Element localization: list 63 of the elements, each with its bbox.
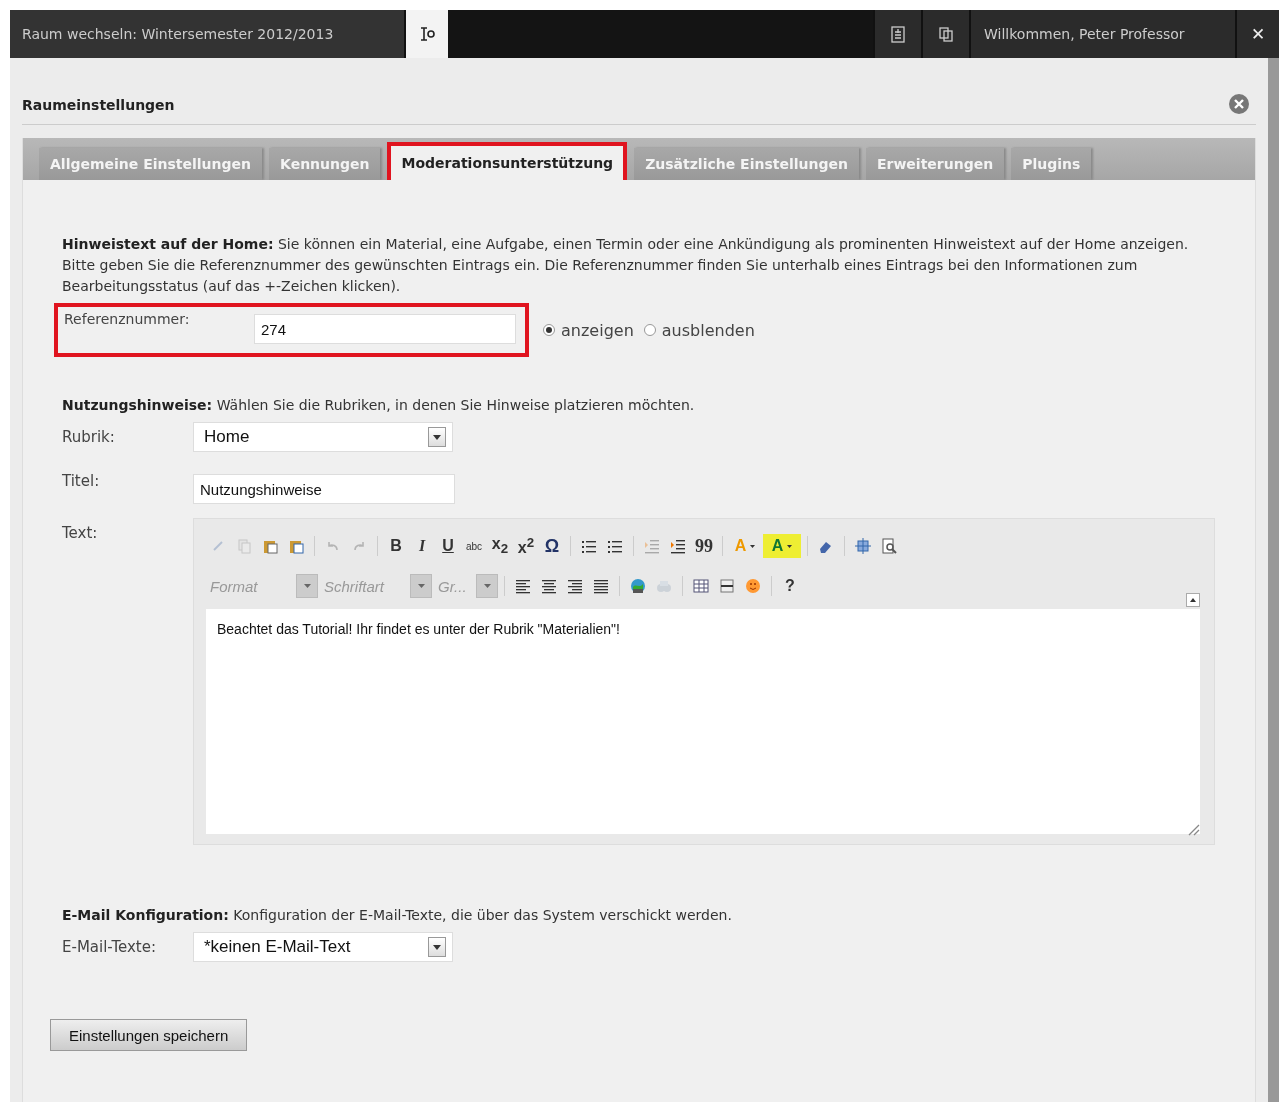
field-label: Referenznummer: (64, 311, 191, 327)
close-button[interactable]: ✕ (1235, 10, 1279, 58)
dropdown-arrow-icon (433, 434, 441, 440)
justify-icon[interactable] (593, 578, 609, 594)
save-button[interactable]: Einstellungen speichern (50, 1019, 248, 1051)
email-text-dropdown[interactable]: *keinen E-Mail-Text (193, 932, 453, 962)
settings-tab[interactable] (406, 10, 448, 58)
scrollbar[interactable] (1268, 58, 1279, 1102)
radio-label: ausblenden (661, 320, 755, 340)
format-button[interactable]: x$_{2}$ (488, 534, 512, 558)
email-text: E-Mail Konfiguration: Konfiguration der E-Mail-Texte, die über das System verschickt werden. (62, 906, 733, 925)
dropdown-arrow-icon (303, 584, 311, 588)
radio-button[interactable] (643, 324, 656, 336)
maximize-icon[interactable] (855, 538, 871, 554)
tools-icon (418, 25, 436, 43)
rubric-dropdown[interactable]: Home (193, 422, 453, 452)
toolbar-button[interactable] (921, 10, 969, 58)
paste-icon[interactable] (262, 538, 278, 554)
close-icon[interactable] (1228, 93, 1250, 115)
editor-text: Beachtet das Tutorial! Ihr findet es unter der Rubrik "Materialien"! (217, 621, 621, 637)
format-button[interactable]: abc (462, 534, 486, 558)
paste-word-icon[interactable] (288, 538, 304, 554)
field-label: Titel: (62, 472, 101, 490)
field-label: Rubrik: (62, 428, 116, 446)
align-right-icon[interactable] (567, 578, 583, 594)
indent-icon[interactable] (670, 538, 686, 554)
clipboard-icon (890, 25, 906, 43)
radio-button[interactable] (543, 324, 555, 336)
table-icon[interactable] (693, 578, 709, 594)
align-center-icon[interactable] (541, 578, 557, 594)
preview-icon[interactable] (881, 538, 897, 554)
dialog-title: Raumeinstellungen (22, 97, 175, 113)
bulleted-list-icon[interactable] (607, 538, 623, 554)
format-button[interactable]: I (410, 534, 434, 558)
format-button[interactable]: 99 (692, 534, 716, 558)
resize-handle-icon[interactable] (1186, 822, 1200, 836)
notice-text: Hinweistext auf der Home: Sie können ein Material, eine Aufgabe, einen Termin oder eine Ankündigung als prominenten Hinweistext auf der Home anzeigen. Bitte geben Sie die Referenznummer des gewünschten Eintrags ein. Die Referenznummer finden Sie unterhalb eines Eintrags bei den Informationen zum Bearbeitungsstatus (auf das +-Zeichen klicken). (62, 235, 1190, 296)
image-icon[interactable] (630, 578, 646, 594)
usage-text: Nutzungshinweise: Wählen Sie die Rubriken, in denen Sie Hinweise platzieren möchten. (62, 396, 696, 415)
format-button[interactable]: ? (778, 574, 802, 598)
copy-icon (938, 26, 954, 42)
format-button[interactable]: x$^{2}$ (514, 534, 538, 558)
dropdown-arrow-icon (433, 944, 441, 950)
toolbar-button[interactable] (873, 10, 921, 58)
align-left-icon[interactable] (515, 578, 531, 594)
editor-text-area[interactable]: Beachtet das Tutorial! Ihr findet es unter der Rubrik "Materialien"! (206, 609, 1200, 834)
caret-icon (750, 544, 756, 548)
welcome-text: Willkommen, Peter Professor (969, 10, 1235, 58)
format-button[interactable]: Ω (540, 534, 564, 558)
smiley-icon[interactable] (745, 578, 761, 594)
format-button[interactable]: B (384, 534, 408, 558)
caret-icon (787, 544, 793, 548)
collapse-toolbar-icon[interactable] (1186, 593, 1200, 607)
room-switch-menu[interactable]: Raum wechseln: Wintersemester 2012/2013 (10, 10, 406, 58)
radio-label: anzeigen (561, 320, 634, 340)
dropdown-arrow-icon (417, 584, 425, 588)
format-button[interactable]: U (436, 534, 460, 558)
field-label: E-Mail-Texte: (62, 938, 157, 956)
field-label: Text: (62, 524, 99, 542)
text-color-button[interactable]: A (763, 534, 801, 558)
dropdown-arrow-icon (483, 584, 491, 588)
reference-number-field[interactable]: 274 (254, 314, 516, 344)
title-field[interactable]: Nutzungshinweise (193, 474, 455, 504)
